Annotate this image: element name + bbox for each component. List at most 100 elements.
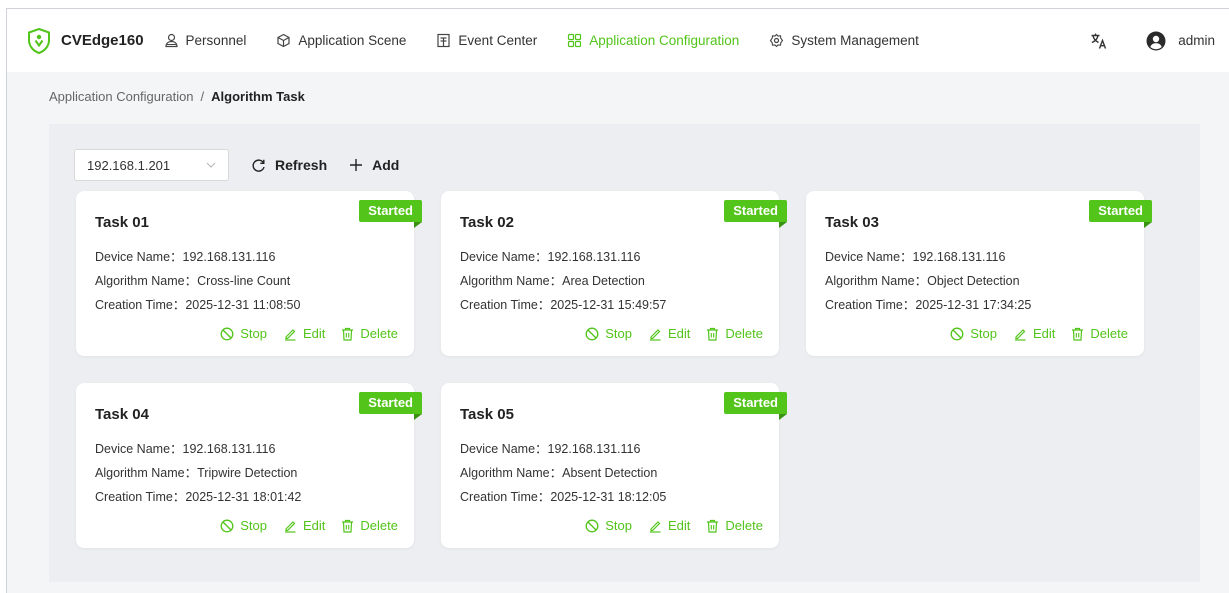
device-name-value: 192.168.131.116: [547, 250, 641, 264]
delete-button[interactable]: Delete: [1071, 326, 1128, 341]
task-card: Task 01 Started Device Name：192.168.131.…: [76, 191, 422, 356]
status-badge: Started: [359, 200, 422, 228]
main-nav: Personnel Application Scene Event Center…: [164, 33, 949, 48]
stop-icon: [220, 327, 234, 340]
algorithm-name-value: Tripwire Detection: [197, 466, 298, 480]
delete-button[interactable]: Delete: [341, 518, 398, 533]
edit-icon: [285, 328, 296, 341]
algorithm-name-key: Algorithm Name：: [95, 274, 198, 288]
delete-button[interactable]: Delete: [341, 326, 398, 341]
device-name-row: Device Name：192.168.131.116: [825, 246, 1005, 265]
delete-label: Delete: [1090, 326, 1128, 341]
device-name-row: Device Name：192.168.131.116: [460, 438, 640, 457]
nav-label: Application Scene: [298, 33, 407, 48]
status-badge: Started: [359, 392, 422, 420]
edit-button[interactable]: Edit: [283, 518, 325, 533]
device-name-value: 192.168.131.116: [182, 442, 276, 456]
stop-label: Stop: [240, 326, 268, 341]
nav-item-event-center[interactable]: Event Center: [436, 33, 537, 48]
add-button[interactable]: Add: [349, 157, 399, 173]
edit-button[interactable]: Edit: [283, 326, 325, 341]
nav-item-personnel[interactable]: Personnel: [164, 33, 246, 48]
delete-button[interactable]: Delete: [706, 326, 763, 341]
stop-icon: [585, 519, 599, 532]
user-icon: [164, 33, 178, 48]
algorithm-name-key: Algorithm Name：: [460, 274, 563, 288]
algorithm-name-row: Algorithm Name：Cross-line Count: [95, 270, 290, 289]
delete-button[interactable]: Delete: [706, 518, 763, 533]
edit-button[interactable]: Edit: [1013, 326, 1055, 341]
breadcrumb: Application Configuration / Algorithm Task: [49, 89, 305, 104]
device-name-key: Device Name：: [95, 250, 183, 264]
nav-item-application-scene[interactable]: Application Scene: [276, 33, 406, 48]
nav-label: Event Center: [458, 33, 538, 48]
task-card: Task 04 Started Device Name：192.168.131.…: [76, 383, 422, 548]
breadcrumb-separator: /: [200, 89, 205, 104]
device-name-key: Device Name：: [460, 250, 548, 264]
card-actions: Stop Edit Delete: [569, 326, 763, 341]
app-window: CVEdge160 Personnel Application Scene Ev…: [6, 8, 1229, 593]
task-title: Task 02: [460, 214, 514, 231]
delete-label: Delete: [360, 326, 398, 341]
creation-time-row: Creation Time：2025-12-31 18:01:42: [95, 486, 301, 505]
task-card: Task 05 Started Device Name：192.168.131.…: [441, 383, 787, 548]
app-name: CVEdge160: [61, 32, 144, 49]
nav-label: Application Configuration: [589, 33, 740, 48]
trash-icon: [707, 519, 719, 533]
edit-icon: [650, 328, 661, 341]
device-name-row: Device Name：192.168.131.116: [460, 246, 640, 265]
device-select[interactable]: 192.168.1.201: [74, 149, 229, 181]
creation-time-row: Creation Time：2025-12-31 18:12:05: [460, 486, 666, 505]
delete-label: Delete: [725, 326, 763, 341]
device-select-value: 192.168.1.201: [87, 157, 171, 173]
edit-label: Edit: [303, 518, 326, 533]
refresh-icon: [252, 158, 265, 172]
stop-icon: [950, 327, 964, 340]
status-badge: Started: [724, 200, 787, 228]
stop-button[interactable]: Stop: [220, 518, 267, 533]
edit-label: Edit: [303, 326, 326, 341]
creation-time-value: 2025-12-31 17:34:25: [915, 298, 1032, 312]
nav-item-application-configuration[interactable]: Application Configuration: [567, 33, 739, 48]
creation-time-value: 2025-12-31 11:08:50: [185, 298, 301, 312]
stop-button[interactable]: Stop: [585, 518, 632, 533]
edit-label: Edit: [1033, 326, 1056, 341]
nav-item-system-management[interactable]: System Management: [769, 33, 919, 48]
translate-icon[interactable]: [1090, 32, 1108, 50]
shield-logo-icon: [27, 27, 51, 54]
trash-icon: [342, 327, 354, 341]
device-name-row: Device Name：192.168.131.116: [95, 438, 275, 457]
device-name-row: Device Name：192.168.131.116: [95, 246, 275, 265]
stop-button[interactable]: Stop: [585, 326, 632, 341]
creation-time-key: Creation Time：: [460, 490, 551, 504]
task-title: Task 01: [95, 214, 149, 231]
stop-button[interactable]: Stop: [950, 326, 997, 341]
user-menu[interactable]: admin: [1146, 31, 1215, 51]
document-icon: [437, 33, 451, 48]
refresh-button[interactable]: Refresh: [251, 157, 327, 173]
edit-button[interactable]: Edit: [648, 518, 690, 533]
creation-time-key: Creation Time：: [95, 490, 186, 504]
edit-button[interactable]: Edit: [648, 326, 690, 341]
cube-icon: [277, 33, 290, 48]
creation-time-row: Creation Time：2025-12-31 15:49:57: [460, 294, 666, 313]
algorithm-name-value: Cross-line Count: [197, 274, 291, 288]
device-name-value: 192.168.131.116: [547, 442, 641, 456]
edit-icon: [1015, 328, 1026, 341]
edit-icon: [650, 520, 661, 533]
edit-label: Edit: [668, 326, 691, 341]
delete-label: Delete: [360, 518, 398, 533]
toolbar: 192.168.1.201 Refresh Add: [74, 149, 399, 181]
edit-icon: [285, 520, 296, 533]
breadcrumb-parent[interactable]: Application Configuration: [49, 89, 194, 104]
creation-time-row: Creation Time：2025-12-31 11:08:50: [95, 294, 300, 313]
refresh-label: Refresh: [275, 157, 328, 173]
algorithm-name-row: Algorithm Name：Absent Detection: [460, 462, 657, 481]
algorithm-name-value: Area Detection: [562, 274, 645, 288]
header-actions: admin: [1090, 9, 1215, 72]
task-title: Task 05: [460, 406, 514, 423]
top-navigation-bar: CVEdge160 Personnel Application Scene Ev…: [7, 9, 1229, 72]
status-badge: Started: [1089, 200, 1152, 228]
stop-button[interactable]: Stop: [220, 326, 267, 341]
brand[interactable]: CVEdge160: [27, 27, 144, 54]
